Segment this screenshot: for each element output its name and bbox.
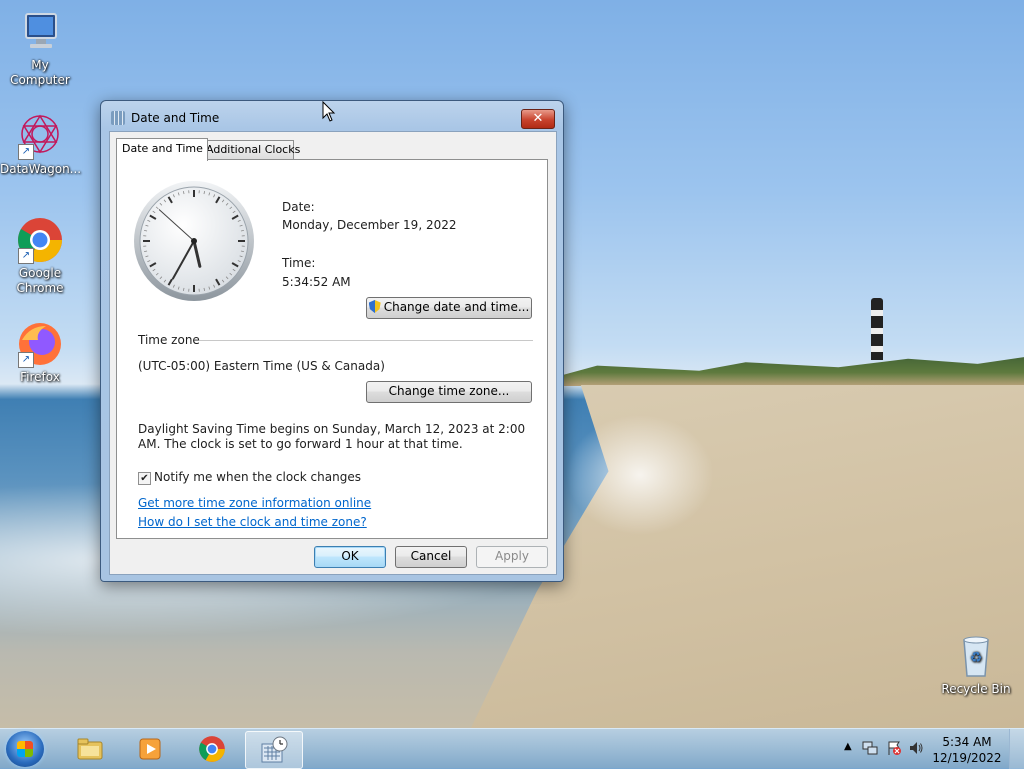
- folder-icon: [76, 735, 104, 763]
- wallpaper-lighthouse: [871, 298, 883, 360]
- apply-button[interactable]: Apply: [476, 546, 548, 568]
- start-button[interactable]: [6, 731, 44, 767]
- media-player-icon: [136, 735, 164, 763]
- date-label: Date:: [282, 200, 315, 214]
- change-date-and-time-button[interactable]: Change date and time...: [366, 297, 532, 319]
- taskbar-chrome[interactable]: [184, 731, 240, 767]
- firefox-icon: ↗: [16, 320, 64, 368]
- dst-notice: Daylight Saving Time begins on Sunday, M…: [138, 422, 533, 452]
- desktop-icon-label: Recycle Bin: [936, 682, 1016, 697]
- desktop-icon-google-chrome[interactable]: ↗ Google Chrome: [0, 216, 80, 296]
- desktop-icon-datawagon[interactable]: ↗ DataWagon...: [0, 112, 80, 177]
- time-zone-divider: [199, 340, 533, 341]
- tab-date-and-time[interactable]: Date and Time: [116, 138, 208, 161]
- wallpaper-treeline: [560, 352, 1024, 386]
- taskbar-time: 5:34 AM: [932, 734, 1002, 750]
- taskbar-date-and-time[interactable]: [245, 731, 303, 769]
- datawagon-icon: ↗: [16, 112, 64, 160]
- cancel-button[interactable]: Cancel: [395, 546, 467, 568]
- shortcut-arrow-icon: ↗: [18, 352, 34, 368]
- dialog-title: Date and Time: [131, 111, 219, 125]
- svg-text:♻: ♻: [970, 650, 983, 666]
- desktop-icon-label: Google Chrome: [10, 266, 70, 296]
- date-time-icon: [111, 111, 125, 125]
- time-value: 5:34:52 AM: [282, 275, 351, 289]
- network-icon[interactable]: [862, 740, 878, 756]
- desktop-icon-label: My Computer: [0, 58, 80, 88]
- chrome-icon: [198, 735, 226, 763]
- show-desktop-button[interactable]: [1009, 729, 1024, 769]
- close-icon: ✕: [533, 111, 544, 126]
- wallpaper-surf: [560, 410, 720, 540]
- link-how-set-clock[interactable]: How do I set the clock and time zone?: [138, 515, 367, 529]
- desktop-icon-label: DataWagon...: [0, 162, 80, 177]
- notify-checkbox-label[interactable]: Notify me when the clock changes: [154, 470, 361, 484]
- date-value: Monday, December 19, 2022: [282, 218, 456, 232]
- notify-checkbox[interactable]: ✔: [138, 472, 151, 485]
- link-more-time-zone-info[interactable]: Get more time zone information online: [138, 496, 371, 510]
- change-time-zone-button[interactable]: Change time zone...: [366, 381, 532, 403]
- close-button[interactable]: ✕: [521, 109, 555, 129]
- dialog-client-area: Date and Time Additional Clocks: [109, 131, 557, 575]
- time-label: Time:: [282, 256, 315, 270]
- clock-center: [191, 238, 197, 244]
- tab-panel-date-and-time: Date: Monday, December 19, 2022 Time: 5:…: [116, 159, 548, 539]
- desktop-icon-firefox[interactable]: ↗ Firefox: [0, 320, 80, 385]
- taskbar-date: 12/19/2022: [932, 750, 1002, 766]
- time-zone-header: Time zone: [138, 333, 200, 347]
- desktop-icon-recycle-bin[interactable]: ♻ Recycle Bin: [936, 632, 1016, 697]
- shortcut-arrow-icon: ↗: [18, 144, 34, 160]
- analog-clock: [133, 180, 255, 302]
- uac-shield-icon: [369, 300, 381, 313]
- date-time-icon: [260, 736, 288, 764]
- chrome-icon: ↗: [16, 216, 64, 264]
- show-hidden-icons-icon[interactable]: ▲: [844, 741, 852, 752]
- mouse-cursor-icon: [322, 101, 336, 123]
- tab-additional-clocks[interactable]: Additional Clocks: [200, 140, 294, 160]
- taskbar-media-player[interactable]: [122, 731, 178, 767]
- change-date-and-time-button-label: Change date and time...: [384, 300, 530, 314]
- checkmark-icon: ✔: [140, 473, 148, 484]
- computer-icon: [16, 8, 64, 56]
- system-tray: ▲ 5:34 AM 12/19/2022: [834, 729, 1024, 769]
- shortcut-arrow-icon: ↗: [18, 248, 34, 264]
- desktop-icon-my-computer[interactable]: My Computer: [0, 8, 80, 88]
- date-time-dialog: Date and Time ✕ Date and Time Additional…: [100, 100, 564, 582]
- desktop-icon-label: Firefox: [0, 370, 80, 385]
- taskbar-clock[interactable]: 5:34 AM 12/19/2022: [932, 734, 1002, 766]
- volume-icon[interactable]: [908, 740, 924, 756]
- recycle-bin-icon: ♻: [952, 632, 1000, 680]
- time-zone-value: (UTC-05:00) Eastern Time (US & Canada): [138, 359, 385, 373]
- taskbar-windows-explorer[interactable]: [62, 731, 118, 767]
- taskbar: ▲ 5:34 AM 12/19/2022: [0, 728, 1024, 769]
- action-center-flag-icon[interactable]: [886, 740, 902, 756]
- ok-button[interactable]: OK: [314, 546, 386, 568]
